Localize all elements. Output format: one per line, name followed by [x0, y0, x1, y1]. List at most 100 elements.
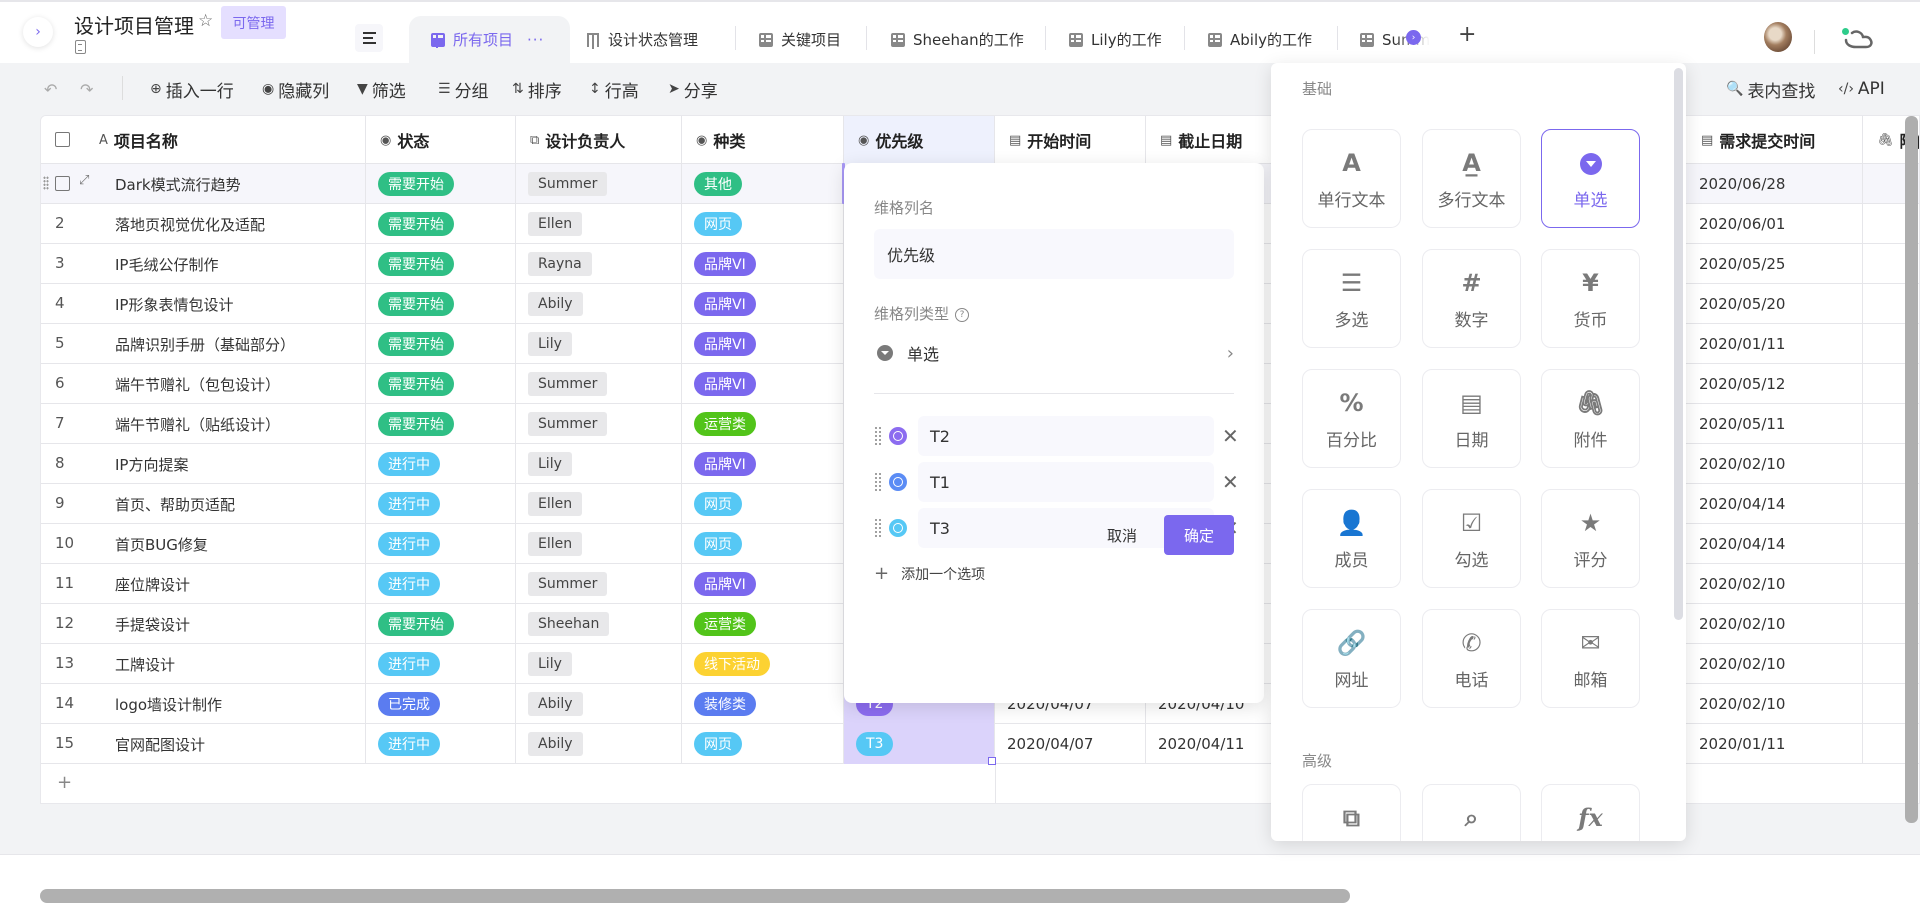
priority-cell[interactable]: T3: [844, 724, 995, 764]
type-option-single-line-text[interactable]: A 单行文本: [1302, 129, 1401, 228]
name-cell[interactable]: 12 手提袋设计: [41, 604, 366, 644]
owner-cell[interactable]: Summer: [516, 404, 682, 444]
category-cell[interactable]: 品牌VI: [682, 244, 844, 284]
description-icon[interactable]: [75, 40, 86, 54]
tab-design-status[interactable]: 设计状态管理: [587, 16, 698, 63]
submitted-date-cell[interactable]: 2020/01/11: [1687, 724, 1863, 764]
submitted-date-cell[interactable]: 2020/05/20: [1687, 284, 1863, 324]
type-option-url[interactable]: 🔗 网址: [1302, 609, 1401, 708]
status-cell[interactable]: 已完成: [366, 684, 516, 724]
permission-badge[interactable]: 可管理: [221, 6, 286, 39]
category-cell[interactable]: 品牌VI: [682, 364, 844, 404]
tab-lily-work[interactable]: Lily的工作: [1069, 16, 1162, 63]
category-cell[interactable]: 网页: [682, 484, 844, 524]
status-cell[interactable]: 进行中: [366, 524, 516, 564]
user-avatar[interactable]: [1764, 22, 1792, 52]
owner-cell[interactable]: Summer: [516, 564, 682, 604]
share-button[interactable]: ➤ 分享: [668, 63, 718, 115]
name-cell[interactable]: 15 官网配图设计: [41, 724, 366, 764]
panel-scrollbar[interactable]: [1674, 68, 1683, 620]
type-option-number[interactable]: # 数字: [1422, 249, 1521, 348]
column-name-input[interactable]: 优先级: [874, 229, 1234, 279]
column-type-select[interactable]: 单选 ›: [874, 333, 1234, 373]
category-cell[interactable]: 网页: [682, 204, 844, 244]
option-color-picker[interactable]: [889, 519, 907, 537]
owner-cell[interactable]: Abily: [516, 684, 682, 724]
category-cell[interactable]: 网页: [682, 524, 844, 564]
add-option-button[interactable]: + 添加一个选项: [874, 563, 985, 584]
type-option-link[interactable]: ⧉: [1302, 784, 1401, 841]
status-cell[interactable]: 需要开始: [366, 164, 516, 204]
hide-columns-button[interactable]: ◉ 隐藏列: [262, 63, 329, 115]
type-option-date[interactable]: ▤ 日期: [1422, 369, 1521, 468]
confirm-button[interactable]: 确定: [1164, 515, 1234, 555]
name-cell[interactable]: 2 落地页视觉优化及适配: [41, 204, 366, 244]
type-option-currency[interactable]: ¥ 货币: [1541, 249, 1640, 348]
type-option-single-select[interactable]: 单选: [1541, 129, 1640, 228]
name-cell[interactable]: ⤢ Dark模式流行趋势: [41, 164, 366, 204]
column-header-category[interactable]: ◉ 种类: [682, 116, 844, 164]
drag-handle-icon[interactable]: [874, 518, 882, 538]
type-option-attachment[interactable]: 🖇 附件: [1541, 369, 1640, 468]
status-cell[interactable]: 需要开始: [366, 284, 516, 324]
status-cell[interactable]: 需要开始: [366, 364, 516, 404]
owner-cell[interactable]: Ellen: [516, 524, 682, 564]
add-row-button[interactable]: +: [57, 772, 72, 793]
type-option-formula[interactable]: fx: [1541, 784, 1640, 841]
star-icon[interactable]: ☆: [198, 11, 213, 31]
start-date-cell[interactable]: 2020/04/07: [995, 724, 1146, 764]
insert-row-button[interactable]: ⊕ 插入一行: [150, 63, 234, 115]
name-cell[interactable]: 6 端午节赠礼（包包设计）: [41, 364, 366, 404]
tab-all-projects[interactable]: 所有项目 ···: [409, 16, 570, 63]
type-option-checkbox[interactable]: ☑ 勾选: [1422, 489, 1521, 588]
category-cell[interactable]: 品牌VI: [682, 444, 844, 484]
owner-cell[interactable]: Summer: [516, 164, 682, 204]
submitted-date-cell[interactable]: 2020/06/28: [1687, 164, 1863, 204]
drag-handle-icon[interactable]: [43, 176, 49, 190]
option-input[interactable]: T1: [918, 462, 1214, 502]
status-cell[interactable]: 进行中: [366, 444, 516, 484]
name-cell[interactable]: 4 IP形象表情包设计: [41, 284, 366, 324]
tab-sheehan-work[interactable]: Sheehan的工作: [891, 16, 1024, 63]
submitted-date-cell[interactable]: 2020/02/10: [1687, 564, 1863, 604]
column-header-start[interactable]: ▤ 开始时间: [995, 116, 1146, 164]
submitted-date-cell[interactable]: 2020/04/14: [1687, 484, 1863, 524]
owner-cell[interactable]: Abily: [516, 724, 682, 764]
owner-cell[interactable]: Ellen: [516, 484, 682, 524]
status-cell[interactable]: 需要开始: [366, 404, 516, 444]
type-option-rating[interactable]: ★ 评分: [1541, 489, 1640, 588]
group-button[interactable]: ☰ 分组: [438, 63, 489, 115]
submitted-date-cell[interactable]: 2020/06/01: [1687, 204, 1863, 244]
cancel-button[interactable]: 取消: [1094, 515, 1150, 555]
owner-cell[interactable]: Lily: [516, 644, 682, 684]
tab-abily-work[interactable]: Abily的工作: [1208, 16, 1312, 63]
type-option-percent[interactable]: % 百分比: [1302, 369, 1401, 468]
submitted-date-cell[interactable]: 2020/05/12: [1687, 364, 1863, 404]
status-cell[interactable]: 进行中: [366, 564, 516, 604]
row-checkbox[interactable]: [55, 176, 70, 191]
submitted-date-cell[interactable]: 2020/02/10: [1687, 444, 1863, 484]
horizontal-scrollbar[interactable]: [40, 889, 1350, 903]
status-cell[interactable]: 需要开始: [366, 204, 516, 244]
column-header-status[interactable]: ◉ 状态: [366, 116, 516, 164]
delete-option-icon[interactable]: ✕: [1222, 424, 1239, 448]
redo-button[interactable]: ↷: [80, 63, 93, 115]
add-view-button[interactable]: +: [1458, 22, 1476, 47]
expand-record-icon[interactable]: ⤢: [79, 173, 89, 188]
name-cell[interactable]: 11 座位牌设计: [41, 564, 366, 604]
category-cell[interactable]: 网页: [682, 724, 844, 764]
submitted-date-cell[interactable]: 2020/05/25: [1687, 244, 1863, 284]
submitted-date-cell[interactable]: 2020/02/10: [1687, 684, 1863, 724]
type-option-phone[interactable]: ✆ 电话: [1422, 609, 1521, 708]
undo-button[interactable]: ↶: [44, 63, 57, 115]
name-cell[interactable]: 14 logo墙设计制作: [41, 684, 366, 724]
name-cell[interactable]: 9 首页、帮助页适配: [41, 484, 366, 524]
owner-cell[interactable]: Rayna: [516, 244, 682, 284]
owner-cell[interactable]: Lily: [516, 444, 682, 484]
category-cell[interactable]: 运营类: [682, 604, 844, 644]
column-header-name[interactable]: A 项目名称: [41, 116, 366, 164]
status-cell[interactable]: 进行中: [366, 724, 516, 764]
type-option-multi-select[interactable]: ☰ 多选: [1302, 249, 1401, 348]
drag-handle-icon[interactable]: [874, 472, 882, 492]
option-input[interactable]: T2: [918, 416, 1214, 456]
